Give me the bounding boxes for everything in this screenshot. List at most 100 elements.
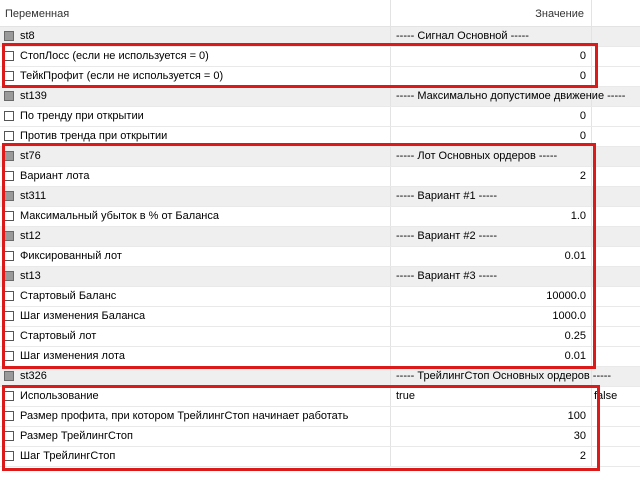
- section-label: ----- Вариант #1 -----: [396, 190, 497, 202]
- checkbox[interactable]: [4, 111, 14, 121]
- parameter-row[interactable]: Максимальный убыток в % от Баланса 1.0: [0, 207, 640, 227]
- cell-divider: [390, 247, 391, 266]
- parameter-row[interactable]: ТейкПрофит (если не используется = 0) 0: [0, 67, 640, 87]
- group-row[interactable]: st139 ----- Максимально допустимое движен…: [0, 87, 640, 107]
- parameter-row[interactable]: Шаг изменения лота 0.01: [0, 347, 640, 367]
- checkbox[interactable]: [4, 51, 14, 61]
- parameter-value[interactable]: 2: [392, 450, 586, 462]
- checkbox[interactable]: [4, 271, 14, 281]
- parameter-name: По тренду при открытии: [20, 110, 144, 122]
- cell-divider: [591, 27, 592, 46]
- section-label: ----- Вариант #2 -----: [396, 230, 497, 242]
- parameter-name: Размер ТрейлингСтоп: [20, 430, 133, 442]
- parameter-row[interactable]: По тренду при открытии 0: [0, 107, 640, 127]
- parameter-value[interactable]: 2: [392, 170, 586, 182]
- parameters-table: st8 ----- Сигнал Основной ----- СтопЛосс (…: [0, 27, 640, 467]
- checkbox[interactable]: [4, 71, 14, 81]
- section-label: ----- Лот Основных ордеров -----: [396, 150, 558, 162]
- cell-divider: [390, 387, 391, 406]
- group-row[interactable]: st13 ----- Вариант #3 -----: [0, 267, 640, 287]
- parameter-row[interactable]: Размер профита, при котором ТрейлингСтоп…: [0, 407, 640, 427]
- parameter-name: Использование: [20, 390, 99, 402]
- parameter-value[interactable]: 0: [392, 50, 586, 62]
- parameter-row[interactable]: Размер ТрейлингСтоп 30: [0, 427, 640, 447]
- checkbox[interactable]: [4, 191, 14, 201]
- checkbox[interactable]: [4, 311, 14, 321]
- cell-divider: [390, 427, 391, 446]
- parameter-row[interactable]: Шаг ТрейлингСтоп 2: [0, 447, 640, 467]
- checkbox[interactable]: [4, 251, 14, 261]
- section-label: ----- Вариант #3 -----: [396, 270, 497, 282]
- parameter-value[interactable]: 0.01: [392, 350, 586, 362]
- parameter-value[interactable]: 0: [392, 70, 586, 82]
- checkbox[interactable]: [4, 451, 14, 461]
- group-row[interactable]: st76 ----- Лот Основных ордеров -----: [0, 147, 640, 167]
- parameter-name: Шаг изменения лота: [20, 350, 126, 362]
- parameter-row[interactable]: Использование true false: [0, 387, 640, 407]
- group-row[interactable]: st326 ----- ТрейлингСтоп Основных ордеров…: [0, 367, 640, 387]
- column-divider[interactable]: [390, 0, 391, 26]
- checkbox[interactable]: [4, 391, 14, 401]
- cell-divider: [591, 447, 592, 466]
- cell-divider: [591, 347, 592, 366]
- checkbox[interactable]: [4, 351, 14, 361]
- parameter-name: СтопЛосс (если не используется = 0): [20, 50, 209, 62]
- parameter-name: Шаг ТрейлингСтоп: [20, 450, 116, 462]
- parameter-value[interactable]: 0.01: [392, 250, 586, 262]
- checkbox[interactable]: [4, 31, 14, 41]
- cell-divider: [591, 167, 592, 186]
- cell-divider: [390, 287, 391, 306]
- checkbox[interactable]: [4, 231, 14, 241]
- parameter-value[interactable]: 0: [392, 130, 586, 142]
- parameter-row[interactable]: Фиксированный лот 0.01: [0, 247, 640, 267]
- checkbox[interactable]: [4, 211, 14, 221]
- checkbox[interactable]: [4, 431, 14, 441]
- parameter-value[interactable]: 1000.0: [392, 310, 586, 322]
- checkbox[interactable]: [4, 331, 14, 341]
- parameter-row[interactable]: Против тренда при открытии 0: [0, 127, 640, 147]
- parameter-name: Размер профита, при котором ТрейлингСтоп…: [20, 410, 349, 422]
- checkbox[interactable]: [4, 371, 14, 381]
- group-row[interactable]: st12 ----- Вариант #2 -----: [0, 227, 640, 247]
- parameter-value[interactable]: 10000.0: [392, 290, 586, 302]
- parameter-row[interactable]: Шаг изменения Баланса 1000.0: [0, 307, 640, 327]
- parameter-name: ТейкПрофит (если не используется = 0): [20, 70, 224, 82]
- section-label: ----- Максимально допустимое движение --…: [396, 90, 626, 102]
- parameter-row[interactable]: Стартовый Баланс 10000.0: [0, 287, 640, 307]
- column-header-value[interactable]: Значение: [392, 8, 584, 20]
- parameter-value[interactable]: 0: [392, 110, 586, 122]
- parameter-name: st311: [20, 190, 47, 202]
- cell-divider: [390, 227, 391, 246]
- cell-divider: [591, 67, 592, 86]
- cell-divider: [390, 207, 391, 226]
- cell-divider: [390, 87, 391, 106]
- group-row[interactable]: st311 ----- Вариант #1 -----: [0, 187, 640, 207]
- group-row[interactable]: st8 ----- Сигнал Основной -----: [0, 27, 640, 47]
- column-header-variable[interactable]: Переменная: [5, 8, 69, 20]
- parameter-name: Вариант лота: [20, 170, 90, 182]
- cell-divider: [591, 327, 592, 346]
- parameter-row[interactable]: Вариант лота 2: [0, 167, 640, 187]
- parameter-name: st12: [20, 230, 41, 242]
- column-divider[interactable]: [591, 0, 592, 26]
- parameter-value[interactable]: 0.25: [392, 330, 586, 342]
- cell-divider: [390, 267, 391, 286]
- cell-divider: [591, 107, 592, 126]
- cell-divider: [390, 187, 391, 206]
- checkbox[interactable]: [4, 171, 14, 181]
- parameter-row[interactable]: СтопЛосс (если не используется = 0) 0: [0, 47, 640, 67]
- checkbox[interactable]: [4, 151, 14, 161]
- checkbox[interactable]: [4, 411, 14, 421]
- parameter-value[interactable]: 100: [392, 410, 586, 422]
- checkbox[interactable]: [4, 131, 14, 141]
- cell-divider: [591, 307, 592, 326]
- parameter-value[interactable]: 30: [392, 430, 586, 442]
- parameter-row[interactable]: Стартовый лот 0.25: [0, 327, 640, 347]
- parameter-name: st8: [20, 30, 35, 42]
- parameter-value[interactable]: 1.0: [392, 210, 586, 222]
- checkbox[interactable]: [4, 291, 14, 301]
- parameter-extra-value[interactable]: false: [594, 390, 617, 402]
- cell-divider: [591, 227, 592, 246]
- parameter-value[interactable]: true: [396, 390, 415, 402]
- checkbox[interactable]: [4, 91, 14, 101]
